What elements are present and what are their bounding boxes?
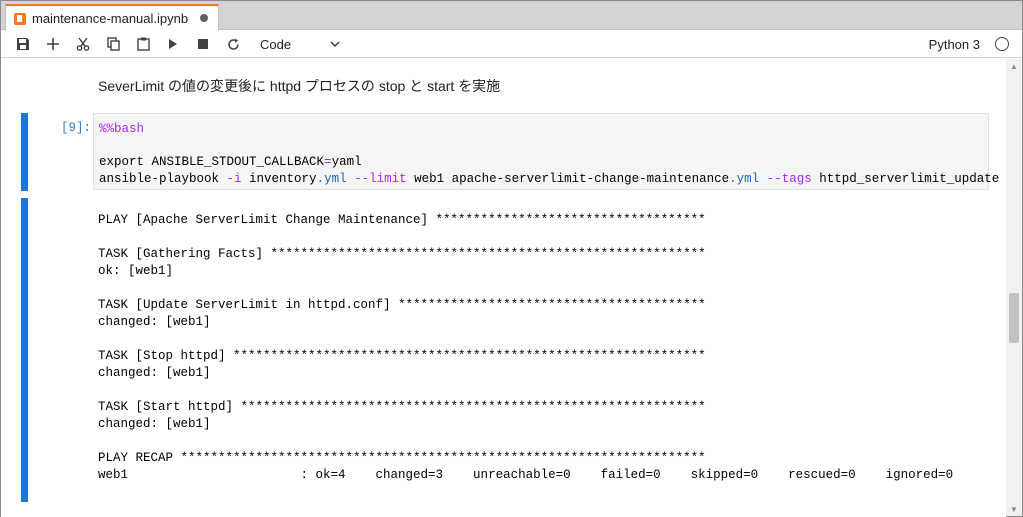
interrupt-button[interactable] [188,31,218,58]
run-button[interactable] [158,31,188,58]
output-line: web1 : ok=4 changed=3 unreachable=0 fail… [98,468,954,482]
output-line: changed: [web1] [98,417,211,431]
notebook-panel[interactable]: SeverLimit の値の変更後に httpd プロセスの stop と st… [1,59,1006,517]
code-cell-collapser[interactable] [21,113,28,191]
kernel-name[interactable]: Python 3 [929,37,980,52]
stop-icon [198,39,208,49]
scroll-down-icon[interactable]: ▼ [1006,502,1022,516]
code-token: = [324,155,332,169]
notebook-icon [14,12,26,25]
cut-icon [76,37,90,51]
output-line: TASK [Start httpd] *********************… [98,400,706,414]
cell-type-dropdown[interactable]: Code [260,33,346,55]
execution-prompt: [9]: [61,121,92,135]
code-token: .yml [729,172,760,186]
save-button[interactable] [8,31,38,58]
code-line: ansible-playbook -i inventory.yml --limi… [99,172,999,186]
output-line: PLAY [Apache ServerLimit Change Maintena… [98,213,706,227]
output-line: TASK [Gathering Facts] *****************… [98,247,706,261]
code-token: .yml [316,172,347,186]
output-collapser[interactable] [21,198,28,502]
scroll-up-icon[interactable]: ▲ [1006,59,1022,73]
copy-icon [106,37,120,51]
code-token: --limit [354,172,407,186]
code-token: --tags [766,172,812,186]
save-icon [17,38,29,50]
notebook-tab[interactable]: maintenance-manual.ipynb [5,4,219,31]
run-icon [169,39,177,49]
paste-button[interactable] [128,31,158,58]
insert-cell-button[interactable] [38,31,68,58]
code-token: web1 apache-serverlimit-change-maintenan… [406,172,730,186]
output-line: changed: [web1] [98,366,211,380]
restart-button[interactable] [218,31,248,58]
code-line: %%bash [99,122,144,136]
code-token: ansible-playbook [99,172,227,186]
kernel-status-icon [995,37,1009,51]
notebook-window: maintenance-manual.ipynb Code Python 3 S… [0,0,1023,517]
add-icon [47,38,59,50]
output-line: TASK [Update ServerLimit in httpd.conf] … [98,298,706,312]
markdown-cell-text: SeverLimit の値の変更後に httpd プロセスの stop と st… [98,78,501,94]
chevron-down-icon [330,39,340,50]
code-token: httpd_serverlimit_update [811,172,1000,186]
output-line: TASK [Stop httpd] **********************… [98,349,706,363]
unsaved-indicator-icon[interactable] [200,14,208,22]
code-token: yaml [331,155,362,169]
copy-button[interactable] [98,31,128,58]
output-line: changed: [web1] [98,315,211,329]
restart-icon [227,38,239,50]
output-line: PLAY RECAP *****************************… [98,451,706,465]
cell-type-label: Code [260,36,292,52]
code-line: export ANSIBLE_STDOUT_CALLBACK=yaml [99,155,362,169]
vertical-scrollbar[interactable]: ▲ ▼ [1006,59,1022,516]
notebook-toolbar: Code Python 3 [1,31,1022,58]
code-token: inventory [241,172,317,186]
code-token: export ANSIBLE_STDOUT_CALLBACK [99,155,325,169]
code-cell-editor[interactable]: %%bash export ANSIBLE_STDOUT_CALLBACK=ya… [93,113,999,190]
code-token: -i [226,172,242,186]
paste-icon [136,37,150,51]
cut-button[interactable] [68,31,98,58]
tab-title: maintenance-manual.ipynb [32,11,189,26]
output-line: ok: [web1] [98,264,174,278]
tab-strip: maintenance-manual.ipynb [1,1,1022,31]
scrollbar-thumb[interactable] [1009,293,1019,343]
magic-token: %%bash [99,122,145,136]
